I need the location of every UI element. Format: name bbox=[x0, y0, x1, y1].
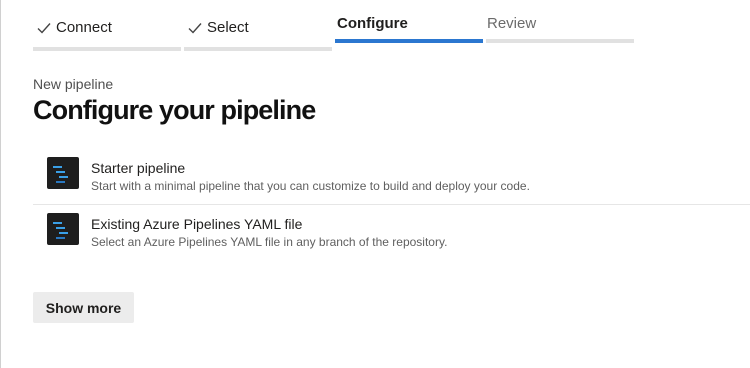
option-description: Select an Azure Pipelines YAML file in a… bbox=[91, 235, 448, 249]
step-configure[interactable]: Configure bbox=[335, 0, 483, 51]
option-existing-yaml-file[interactable]: Existing Azure Pipelines YAML file Selec… bbox=[33, 210, 750, 260]
wizard-steps: Connect Select Configure Review bbox=[33, 0, 635, 52]
checkmark-icon bbox=[37, 23, 51, 34]
step-review[interactable]: Review bbox=[486, 0, 634, 51]
step-label: Select bbox=[207, 19, 249, 36]
option-title: Existing Azure Pipelines YAML file bbox=[91, 216, 303, 232]
page-title: Configure your pipeline bbox=[33, 95, 316, 125]
checkmark-icon bbox=[188, 23, 202, 34]
option-starter-pipeline[interactable]: Starter pipeline Start with a minimal pi… bbox=[33, 154, 750, 204]
option-description: Start with a minimal pipeline that you c… bbox=[91, 179, 530, 193]
step-label: Review bbox=[487, 15, 537, 32]
pipeline-icon bbox=[47, 213, 79, 245]
step-progress-bar bbox=[335, 39, 483, 43]
option-divider bbox=[33, 204, 750, 205]
option-title: Starter pipeline bbox=[91, 160, 186, 176]
step-progress-bar bbox=[184, 47, 332, 51]
step-label: Connect bbox=[56, 19, 112, 36]
page-subtitle: New pipeline bbox=[33, 76, 114, 92]
step-select[interactable]: Select bbox=[184, 0, 332, 51]
step-progress-bar bbox=[33, 47, 181, 51]
step-connect[interactable]: Connect bbox=[33, 0, 181, 51]
show-more-button[interactable]: Show more bbox=[33, 292, 134, 323]
step-progress-bar bbox=[486, 39, 634, 43]
step-label: Configure bbox=[337, 15, 408, 32]
panel-left-border bbox=[0, 0, 1, 368]
pipeline-icon bbox=[47, 157, 79, 189]
